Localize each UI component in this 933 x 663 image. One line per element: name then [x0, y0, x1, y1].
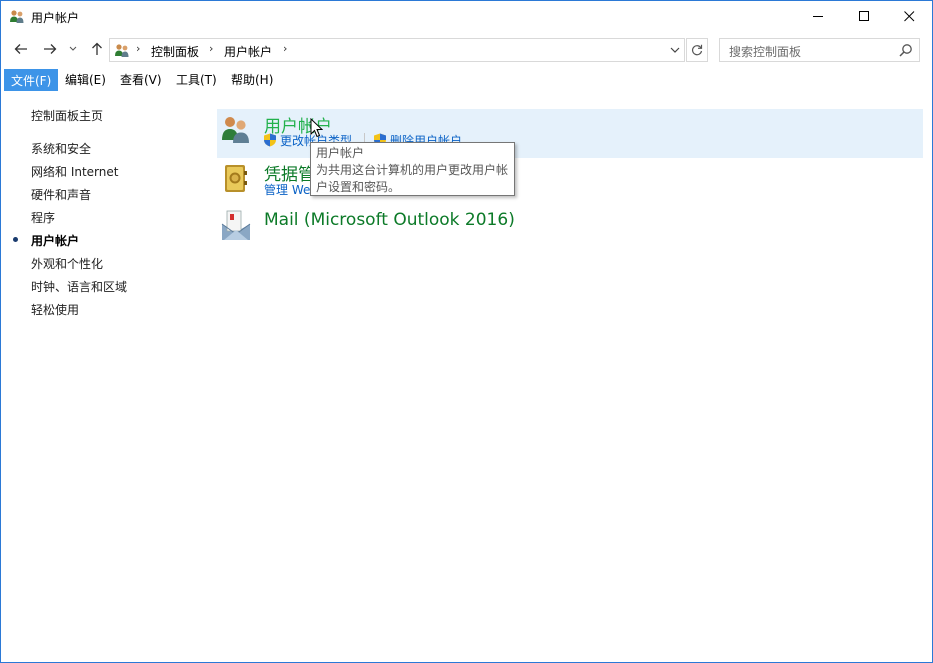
sidebar-item-appearance[interactable]: 外观和个性化: [31, 255, 103, 272]
arrow-right-icon: [44, 44, 57, 54]
maximize-button[interactable]: [841, 1, 887, 32]
uac-shield-icon: [264, 133, 276, 147]
sidebar-item-hardware-sound[interactable]: 硬件和声音: [31, 186, 91, 203]
sidebar-item-network-internet[interactable]: 网络和 Internet: [31, 163, 118, 180]
chevron-right-icon[interactable]: ›: [209, 42, 213, 55]
address-bar[interactable]: › 控制面板 › 用户帐户 ›: [109, 38, 685, 62]
menu-tools[interactable]: 工具(T): [170, 69, 223, 91]
chevron-right-icon[interactable]: ›: [136, 42, 140, 55]
mail-icon[interactable]: [220, 210, 252, 242]
breadcrumb-control-panel[interactable]: 控制面板: [151, 43, 199, 60]
mail-title[interactable]: Mail (Microsoft Outlook 2016): [264, 210, 515, 230]
menu-file[interactable]: 文件(F): [4, 69, 59, 91]
control-panel-home-link[interactable]: 控制面板主页: [31, 107, 103, 124]
chevron-right-icon[interactable]: ›: [283, 42, 287, 55]
search-input[interactable]: 搜索控制面板: [719, 38, 920, 62]
tooltip: 用户帐户 为共用这台计算机的用户更改用户帐 户设置和密码。: [310, 142, 515, 196]
refresh-icon: [691, 44, 703, 56]
arrow-left-icon: [14, 44, 27, 54]
tooltip-title: 用户帐户: [316, 146, 365, 160]
menu-view[interactable]: 查看(V): [114, 69, 168, 91]
search-icon: [899, 44, 912, 57]
close-button[interactable]: [886, 1, 932, 32]
recent-locations-button[interactable]: [67, 38, 79, 60]
refresh-button[interactable]: [686, 38, 708, 62]
tooltip-line-1: 为共用这台计算机的用户更改用户帐: [316, 163, 509, 177]
user-accounts-icon[interactable]: [220, 113, 252, 145]
up-button[interactable]: [87, 38, 107, 60]
minimize-icon: [812, 16, 823, 17]
search-placeholder: 搜索控制面板: [729, 45, 802, 59]
arrow-up-icon: [92, 42, 102, 55]
sidebar-item-ease-of-access[interactable]: 轻松使用: [31, 301, 79, 318]
sidebar-item-system-security[interactable]: 系统和安全: [31, 140, 91, 157]
tooltip-line-2: 户设置和密码。: [316, 180, 401, 194]
chevron-down-icon[interactable]: [670, 47, 680, 54]
breadcrumb-user-accounts[interactable]: 用户帐户: [224, 43, 272, 60]
window-title: 用户帐户: [31, 11, 80, 25]
control-panel-window: 用户帐户 › 控制面板 › 用户帐户 › 搜索控制面板 文件(F) 编辑(E) …: [0, 0, 933, 663]
mouse-cursor-icon: [310, 118, 323, 138]
maximize-icon: [858, 11, 869, 21]
chevron-down-icon: [69, 46, 77, 51]
menu-edit[interactable]: 编辑(E): [59, 69, 112, 91]
minimize-button[interactable]: [795, 1, 841, 32]
back-button[interactable]: [11, 38, 31, 60]
close-icon: [903, 11, 914, 22]
menu-help[interactable]: 帮助(H): [225, 69, 279, 91]
sidebar-item-clock-region[interactable]: 时钟、语言和区域: [31, 278, 127, 295]
sidebar-item-programs[interactable]: 程序: [31, 209, 55, 226]
users-icon: [10, 10, 24, 23]
title-bar[interactable]: 用户帐户: [1, 1, 932, 32]
current-item-bullet: [13, 237, 18, 242]
menu-bar: 文件(F) 编辑(E) 查看(V) 工具(T) 帮助(H): [1, 69, 932, 91]
credential-manager-icon[interactable]: [220, 163, 252, 195]
users-icon: [115, 44, 129, 57]
sidebar-item-user-accounts[interactable]: 用户帐户: [31, 232, 79, 249]
forward-button[interactable]: [40, 38, 60, 60]
